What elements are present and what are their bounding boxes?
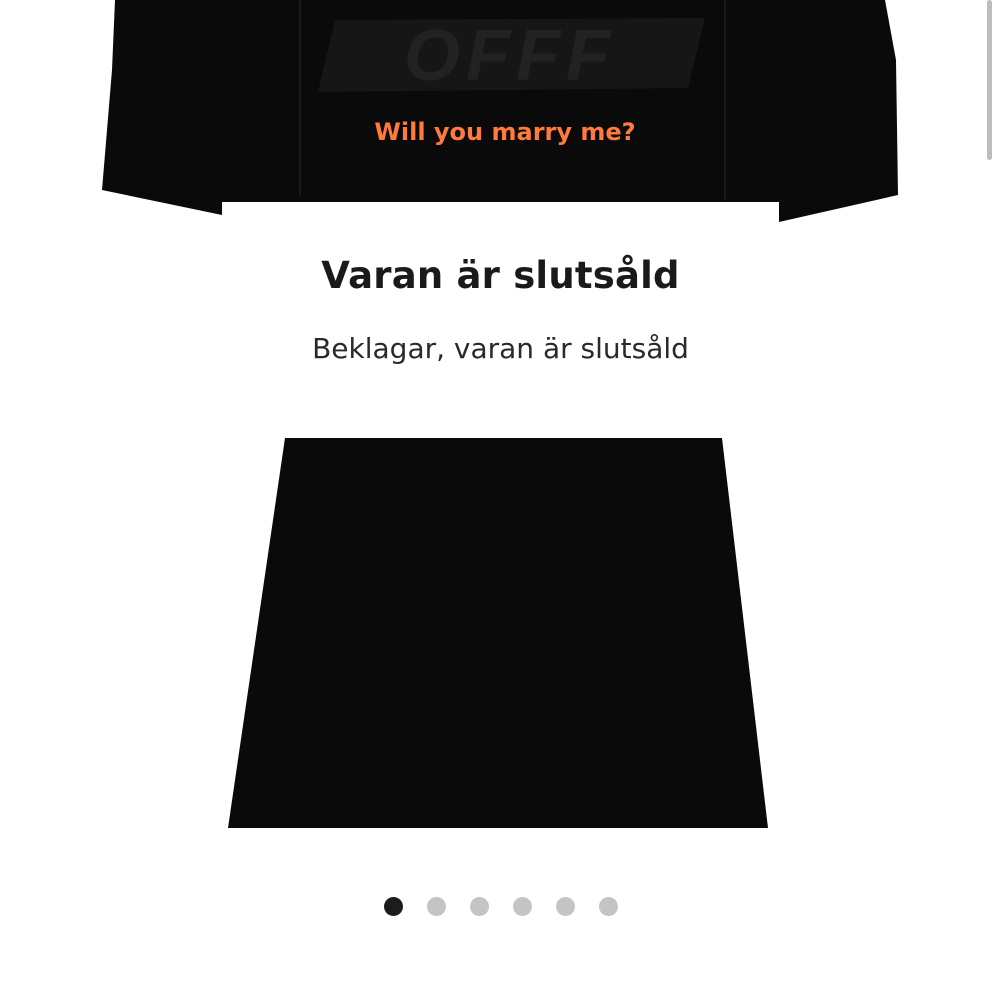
shirt-logo-graphic: OFFF xyxy=(318,16,705,96)
image-pager xyxy=(384,896,618,916)
tshirt-lower xyxy=(228,438,768,828)
pager-dot-6[interactable] xyxy=(599,896,618,916)
pager-dot-5[interactable] xyxy=(556,896,575,916)
pager-dot-4[interactable] xyxy=(513,896,532,916)
scrollbar[interactable] xyxy=(987,0,992,160)
pager-dot-2[interactable] xyxy=(427,896,446,916)
product-photo-tshirt: OFFF Will you marry me? xyxy=(102,0,898,828)
pager-dot-1[interactable] xyxy=(384,896,403,916)
shirt-logo-text: OFFF xyxy=(404,16,616,96)
pager-dot-3[interactable] xyxy=(470,896,489,916)
sold-out-title: Varan är slutsåld xyxy=(321,254,680,297)
shirt-slogan-text: Will you marry me? xyxy=(374,118,635,146)
sold-out-message: Beklagar, varan är slutsåld xyxy=(312,332,689,365)
sold-out-overlay: Varan är slutsåld Beklagar, varan är slu… xyxy=(222,202,779,438)
product-image-gallery[interactable]: OFFF Will you marry me? Varan är slutsål… xyxy=(0,0,1000,1001)
